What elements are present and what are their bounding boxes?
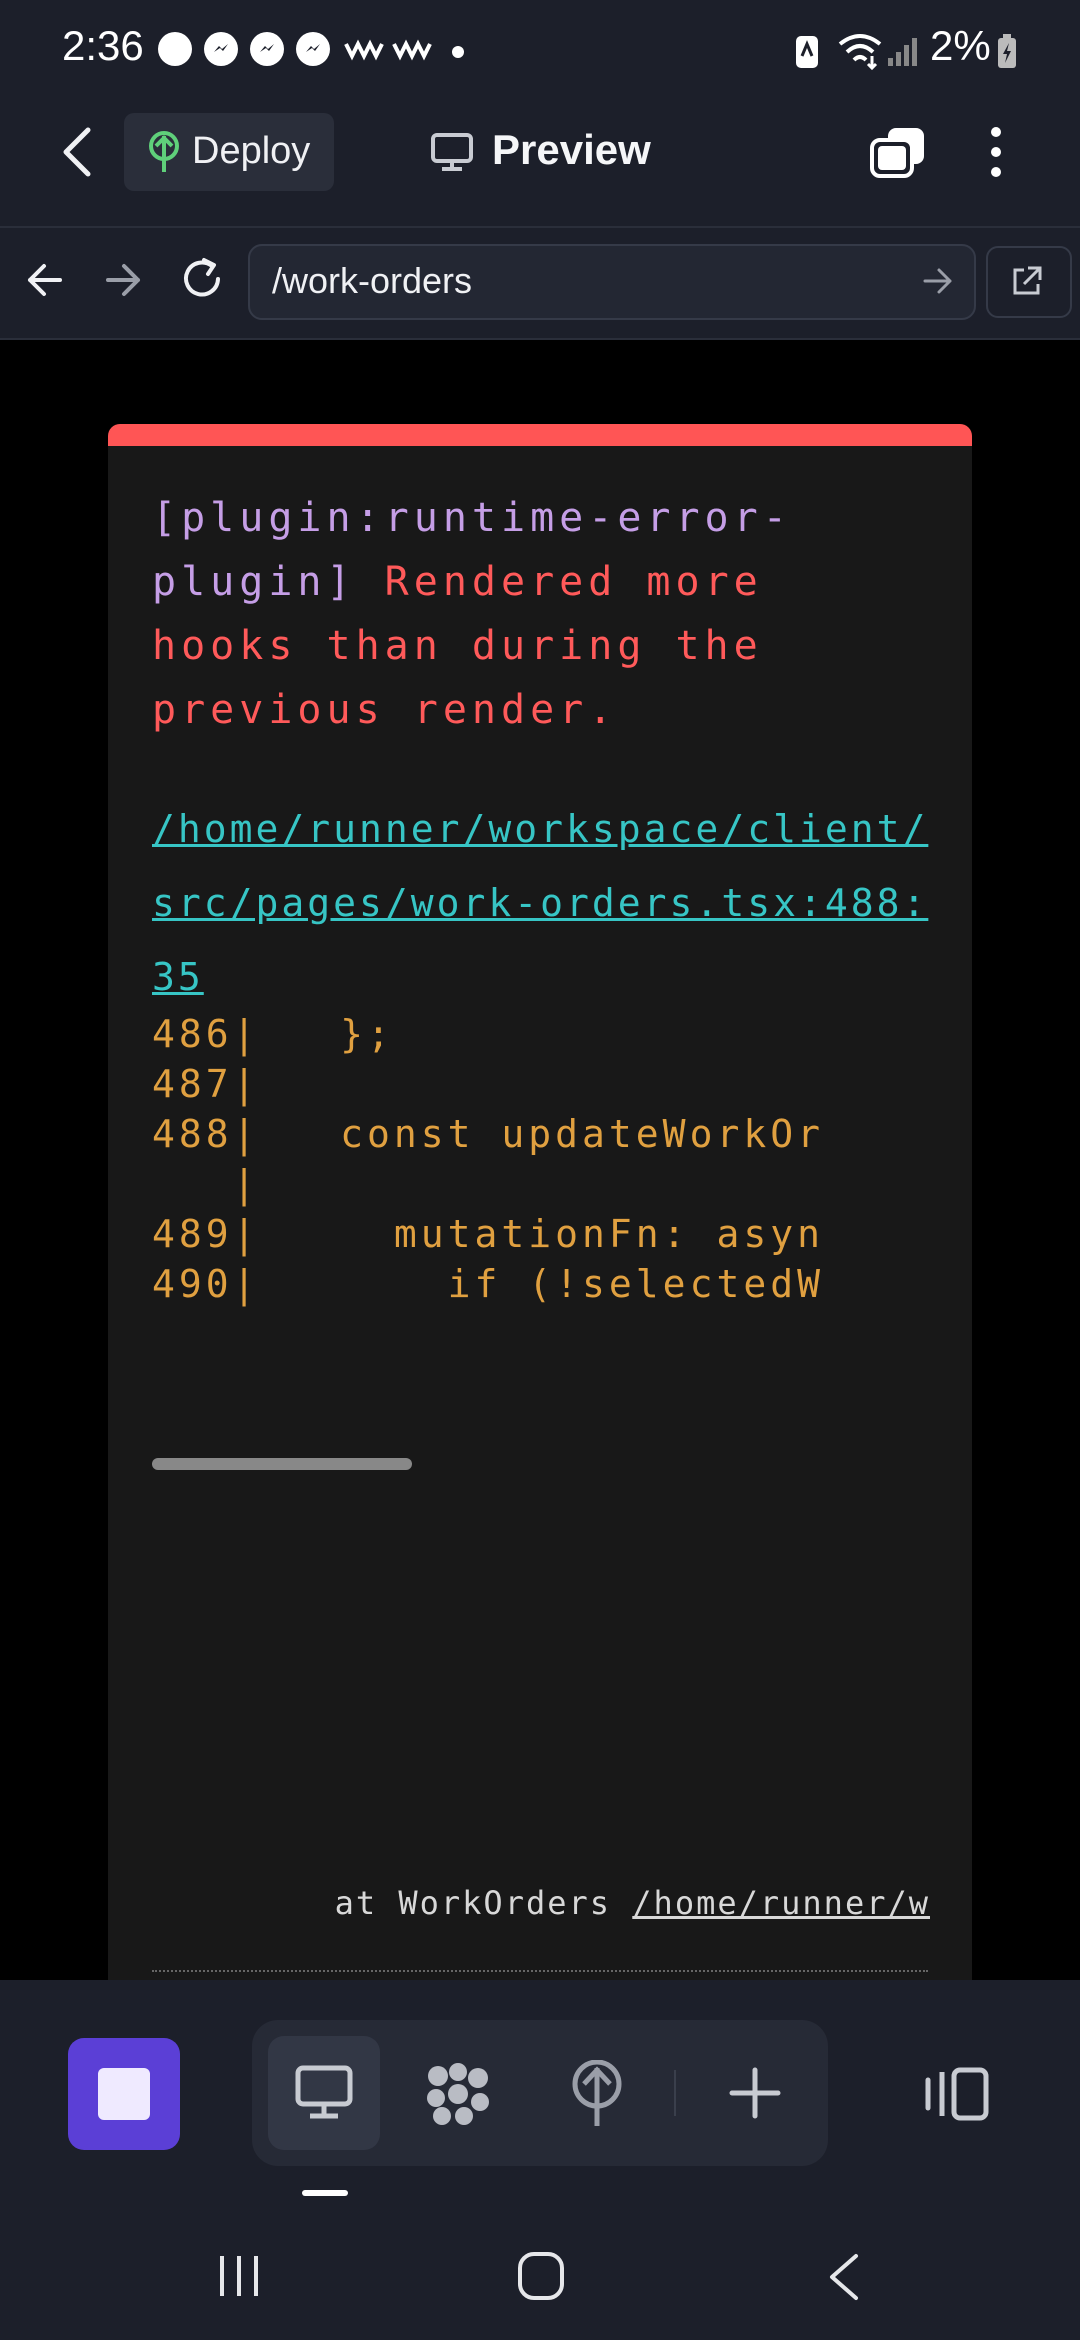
nfc-icon [796, 36, 818, 68]
deploy-icon [149, 131, 179, 172]
add-icon[interactable] [728, 2066, 782, 2120]
external-link-icon [1013, 266, 1042, 295]
wifi-icon [838, 34, 882, 70]
status-time: 2:36 [62, 22, 144, 69]
horizontal-scrollbar[interactable] [152, 1458, 412, 1470]
code-line: 489| mutationFn: asyn [152, 1212, 824, 1256]
back-icon[interactable] [58, 126, 98, 178]
url-text: /work-orders [272, 260, 473, 301]
nav-back-icon[interactable] [26, 262, 64, 298]
tabs-icon[interactable] [868, 124, 928, 180]
code-line: 488| const updateWorkOr [152, 1112, 824, 1156]
nav-forward-icon[interactable] [104, 262, 142, 298]
wave-icon [344, 39, 384, 61]
battery-charging-icon [998, 34, 1016, 68]
divider [152, 1970, 928, 1972]
error-message: [plugin:runtime-error-plugin] Rendered m… [152, 486, 932, 742]
monitor-icon [295, 2065, 353, 2119]
wave-icon [392, 39, 432, 61]
messenger-icon [296, 32, 330, 66]
monitor-icon [431, 133, 473, 171]
error-top-bar [108, 424, 972, 446]
code-frame[interactable]: 486| }; 487| 488| const updateWorkOr | 4… [152, 1012, 928, 1312]
more-options-icon[interactable] [984, 124, 1008, 182]
deploy-label: Deploy [192, 130, 311, 172]
home-indicator [302, 2190, 348, 2196]
code-line: 486| }; [152, 1012, 394, 1056]
battery-percent: 2% [930, 22, 991, 69]
signal-icon [888, 38, 917, 66]
system-back-icon[interactable] [826, 2252, 862, 2302]
preview-title[interactable]: Preview [492, 126, 651, 174]
tool-tab-group [252, 2020, 828, 2166]
error-file-link[interactable]: /home/runner/workspace/client/src/pages/… [152, 792, 932, 1014]
code-line: 487| [152, 1062, 260, 1106]
stop-button[interactable] [68, 2038, 180, 2150]
code-line: | [152, 1162, 260, 1206]
dot-icon [452, 46, 464, 58]
messenger-icon [204, 32, 238, 66]
divider [674, 2070, 676, 2116]
tab-preview[interactable] [268, 2036, 380, 2150]
home-icon[interactable] [516, 2250, 566, 2302]
stack-trace-link[interactable]: /home/runner/w [632, 1884, 930, 1922]
code-line: 490| if (!selectedW [152, 1262, 824, 1306]
stack-trace-line: at WorkOrders /home/runner/w [334, 1884, 930, 1922]
recents-icon[interactable] [214, 2252, 264, 2300]
stop-icon [98, 2068, 150, 2120]
messenger-icon [250, 32, 284, 66]
chat-icon [158, 32, 192, 66]
workspace-icon[interactable] [424, 2062, 492, 2126]
error-overlay[interactable]: [plugin:runtime-error-plugin] Rendered m… [108, 424, 972, 1980]
go-arrow-icon[interactable] [922, 266, 954, 296]
deploy-icon[interactable] [568, 2060, 626, 2128]
panel-toggle-icon[interactable] [922, 2064, 992, 2124]
reload-icon[interactable] [180, 256, 226, 302]
